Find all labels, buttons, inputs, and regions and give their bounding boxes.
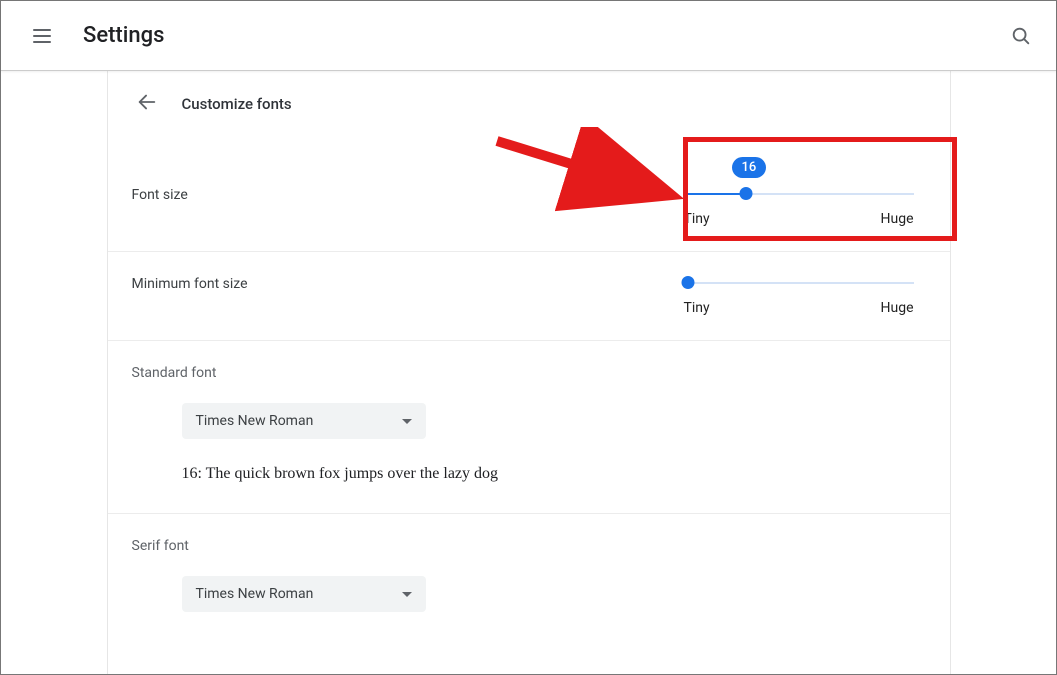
app-header: Settings (1, 1, 1056, 71)
slider-max-label: Huge (881, 211, 914, 227)
slider-min-label: Tiny (684, 300, 710, 316)
serif-font-section: Serif font Times New Roman (108, 514, 950, 642)
min-font-size-label: Minimum font size (132, 276, 248, 292)
settings-panel: Customize fonts Font size 16 Tiny Huge M… (107, 71, 951, 674)
search-icon[interactable] (1010, 25, 1032, 51)
min-font-size-slider[interactable]: Tiny Huge (684, 276, 914, 316)
chevron-down-icon (402, 419, 412, 424)
menu-icon[interactable] (33, 24, 57, 48)
slider-min-label: Tiny (684, 211, 710, 227)
back-arrow-icon[interactable] (136, 91, 158, 117)
standard-font-section: Standard font Times New Roman 16: The qu… (108, 341, 950, 514)
standard-font-selected: Times New Roman (196, 413, 314, 429)
slider-thumb[interactable] (682, 276, 695, 289)
font-size-slider[interactable]: 16 Tiny Huge (684, 187, 914, 227)
slider-value-bubble: 16 (732, 157, 767, 178)
chevron-down-icon (402, 592, 412, 597)
slider-max-label: Huge (881, 300, 914, 316)
page-title: Settings (83, 23, 164, 48)
subheader-title: Customize fonts (182, 95, 292, 113)
serif-font-label: Serif font (132, 538, 926, 554)
font-size-label: Font size (132, 187, 188, 203)
standard-font-label: Standard font (132, 365, 926, 381)
font-size-row: Font size 16 Tiny Huge (108, 127, 950, 252)
serif-font-select[interactable]: Times New Roman (182, 576, 426, 612)
subheader: Customize fonts (108, 71, 950, 127)
standard-font-preview: 16: The quick brown fox jumps over the l… (182, 465, 926, 483)
min-font-size-row: Minimum font size Tiny Huge (108, 252, 950, 341)
serif-font-selected: Times New Roman (196, 586, 314, 602)
slider-thumb[interactable] (739, 187, 752, 200)
standard-font-select[interactable]: Times New Roman (182, 403, 426, 439)
